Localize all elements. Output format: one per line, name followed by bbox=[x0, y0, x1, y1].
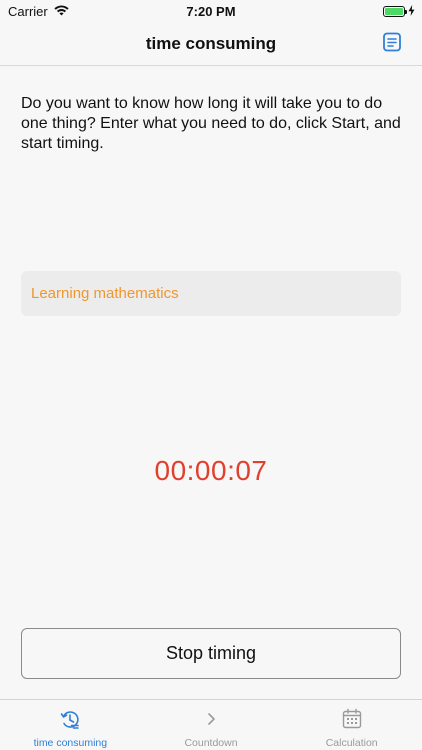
notes-button[interactable] bbox=[380, 32, 404, 56]
elapsed-timer: 00:00:07 bbox=[154, 455, 268, 486]
timer-history-icon bbox=[59, 708, 81, 730]
tab-bar: time consuming Countdown Calculation bbox=[0, 699, 422, 750]
status-left: Carrier bbox=[8, 4, 69, 19]
battery-icon bbox=[383, 5, 407, 17]
tab-label: Countdown bbox=[184, 737, 238, 749]
tab-time-consuming[interactable]: time consuming bbox=[0, 700, 141, 750]
page-title: time consuming bbox=[145, 34, 277, 53]
task-input[interactable] bbox=[21, 271, 401, 316]
charging-bolt-icon bbox=[408, 4, 415, 19]
calendar-icon bbox=[341, 708, 363, 730]
instructions-text: Do you want to know how long it will tak… bbox=[21, 95, 401, 152]
status-right bbox=[383, 4, 415, 19]
tab-countdown[interactable]: Countdown bbox=[141, 700, 282, 750]
battery-level bbox=[385, 7, 403, 15]
navigation-bar: time consuming bbox=[0, 22, 422, 66]
stop-timing-button[interactable]: Stop timing bbox=[21, 628, 401, 679]
wifi-icon bbox=[54, 4, 69, 19]
status-bar: Carrier 7:20 PM bbox=[0, 0, 422, 22]
chevron-right-icon bbox=[200, 708, 222, 730]
notes-icon bbox=[382, 32, 402, 57]
carrier-label: Carrier bbox=[8, 3, 48, 19]
tab-label: time consuming bbox=[33, 737, 108, 749]
tab-calculation[interactable]: Calculation bbox=[281, 700, 422, 750]
tab-label: Calculation bbox=[325, 737, 378, 749]
